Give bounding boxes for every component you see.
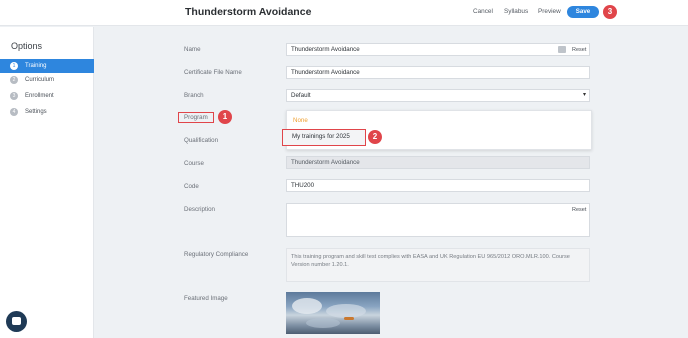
branch-selected-value: Default <box>291 92 311 99</box>
cloud-shape <box>306 318 340 328</box>
sidebar-item-label: Curriculum <box>25 77 55 83</box>
course-field: Thunderstorm Avoidance <box>286 156 590 169</box>
sidebar-item-label: Enrollment <box>25 93 54 99</box>
qualification-label: Qualification <box>184 137 219 144</box>
step-number-icon: 1 <box>10 62 18 70</box>
translate-icon[interactable] <box>558 46 566 53</box>
airplane-icon <box>344 317 354 320</box>
program-option-none[interactable]: None <box>293 117 308 124</box>
chat-bubble-icon <box>12 317 21 325</box>
annotation-badge-3: 3 <box>603 5 617 19</box>
program-dropdown: None My trainings for 2025 <box>282 110 592 150</box>
sidebar-item-settings[interactable]: 4 Settings <box>0 105 94 119</box>
preview-button[interactable]: Preview <box>538 8 561 15</box>
certificate-file-name-label: Certificate File Name <box>184 69 242 76</box>
certificate-file-name-field[interactable]: Thunderstorm Avoidance <box>286 66 590 79</box>
step-number-icon: 3 <box>10 92 18 100</box>
sidebar-item-label: Settings <box>25 109 47 115</box>
cloud-shape <box>326 304 366 318</box>
sidebar-item-label: Training <box>25 63 47 69</box>
description-label: Description <box>184 206 215 213</box>
cloud-shape <box>292 298 322 314</box>
page-title: Thunderstorm Avoidance <box>185 6 312 18</box>
annotation-badge-1: 1 <box>218 110 232 124</box>
step-number-icon: 4 <box>10 108 18 116</box>
annotation-badge-2: 2 <box>368 130 382 144</box>
top-bar: Thunderstorm Avoidance Cancel Syllabus P… <box>0 0 688 26</box>
syllabus-button[interactable]: Syllabus <box>504 8 528 15</box>
cancel-button[interactable]: Cancel <box>473 8 493 15</box>
name-label: Name <box>184 46 201 53</box>
name-reset-button[interactable]: Reset <box>572 47 586 53</box>
save-button[interactable]: Save <box>567 6 599 18</box>
step-number-icon: 2 <box>10 76 18 84</box>
program-label: Program <box>178 112 214 123</box>
branch-label: Branch <box>184 92 204 99</box>
sidebar-title: Options <box>11 41 43 51</box>
sidebar-item-enrollment[interactable]: 3 Enrollment <box>0 89 94 103</box>
course-label: Course <box>184 160 204 167</box>
description-field[interactable] <box>286 203 590 237</box>
branch-select[interactable]: Default ▾ <box>286 89 590 102</box>
sidebar-item-curriculum[interactable]: 2 Curriculum <box>0 73 94 87</box>
sidebar: Options 1 Training 2 Curriculum 3 Enroll… <box>0 27 94 338</box>
code-field[interactable]: THU200 <box>286 179 590 192</box>
description-reset-button[interactable]: Reset <box>572 207 586 213</box>
program-option-my-trainings[interactable]: My trainings for 2025 <box>282 129 366 146</box>
chat-widget-button[interactable] <box>6 311 27 332</box>
chevron-down-icon: ▾ <box>582 92 586 98</box>
regulatory-compliance-label: Regulatory Compliance <box>184 251 249 258</box>
featured-image-label: Featured Image <box>184 295 228 302</box>
regulatory-compliance-text: This training program and skill test com… <box>286 248 590 282</box>
sidebar-item-training[interactable]: 1 Training <box>0 59 94 73</box>
name-field[interactable]: Thunderstorm Avoidance <box>286 43 590 56</box>
featured-image[interactable] <box>286 292 380 334</box>
code-label: Code <box>184 183 199 190</box>
